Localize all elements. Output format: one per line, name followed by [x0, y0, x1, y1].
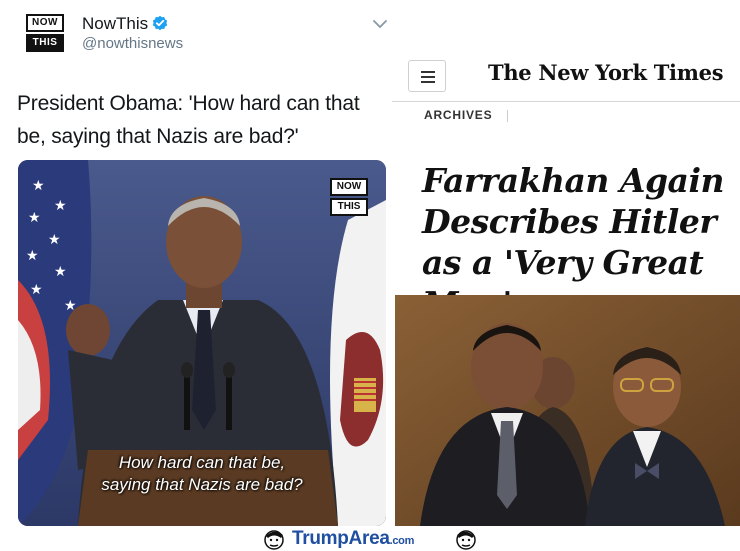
hamburger-line	[421, 76, 435, 78]
article-photo	[395, 295, 740, 526]
hamburger-menu-icon	[421, 71, 435, 73]
svg-text:★: ★	[26, 248, 39, 264]
avatar-logo-top: NOW	[26, 14, 64, 32]
tweet-card: NOW THIS NowThis @nowthisnews President …	[0, 0, 392, 530]
caricature-face-icon	[264, 530, 284, 550]
watermark-footer: TrumpArea.com	[0, 526, 740, 551]
hamburger-menu-button[interactable]	[408, 60, 446, 92]
video-subtitle: How hard can that be, saying that Nazis …	[18, 452, 386, 496]
hamburger-line	[421, 81, 435, 83]
nyt-article: The New York Times ARCHIVES Farrakhan Ag…	[392, 0, 740, 530]
svg-text:★: ★	[28, 210, 41, 226]
svg-text:★: ★	[30, 282, 43, 298]
chevron-down-icon[interactable]	[372, 18, 388, 30]
caricature-face-icon	[456, 530, 476, 550]
svg-text:★: ★	[54, 264, 67, 280]
avatar-logo-bottom: THIS	[26, 34, 64, 52]
section-label[interactable]: ARCHIVES	[424, 108, 492, 122]
brand-name: TrumpArea	[292, 528, 390, 549]
account-name[interactable]: NowThis	[82, 14, 148, 34]
video-subtitle-line1: How hard can that be,	[118, 453, 286, 472]
nowthis-avatar[interactable]: NOW THIS	[26, 14, 64, 54]
video-logo-bottom: THIS	[330, 198, 368, 216]
video-subtitle-line2: saying that Nazis are bad?	[101, 475, 303, 494]
account-handle[interactable]: @nowthisnews	[82, 35, 183, 52]
brand-tld: .com	[389, 535, 415, 547]
nyt-masthead[interactable]: The New York Times	[488, 60, 724, 85]
photo-illustration	[395, 295, 740, 526]
svg-text:★: ★	[54, 198, 67, 214]
video-channel-logo: NOW THIS	[330, 178, 368, 218]
brand-watermark: TrumpArea.com	[292, 528, 414, 550]
svg-text:★: ★	[48, 232, 61, 248]
tweet-text: President Obama: 'How hard can that be, …	[17, 92, 360, 148]
verified-badge-icon	[152, 15, 168, 31]
svg-text:★: ★	[32, 178, 45, 194]
section-separator	[507, 110, 508, 122]
video-logo-top: NOW	[330, 178, 368, 196]
header-divider	[392, 101, 740, 102]
